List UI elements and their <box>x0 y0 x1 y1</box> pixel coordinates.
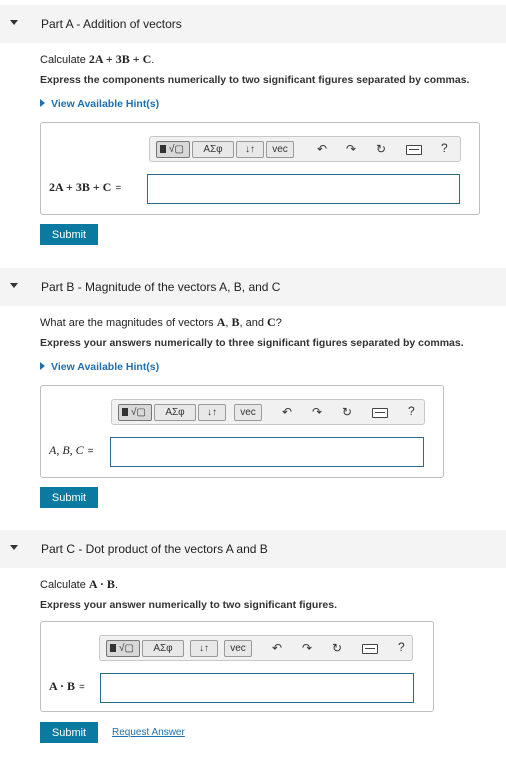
part-b-hint-toggle[interactable]: View Available Hint(s) <box>40 361 159 373</box>
greek-symbols-button[interactable]: ΑΣφ <box>192 141 234 158</box>
equals-sign: = <box>79 682 85 693</box>
part-a-answer-box: √▢ ΑΣφ ↓↑ vec ↶ ↷ ↻ ? 2A + 3B + C = <box>40 122 480 215</box>
part-b-label: Part B <box>41 280 75 294</box>
part-b-question: What are the magnitudes of vectors A, B,… <box>40 315 282 330</box>
collapse-triangle-icon[interactable] <box>10 20 18 25</box>
label-math: A, B, C <box>49 443 84 457</box>
templates-button[interactable]: √▢ <box>106 640 140 657</box>
part-a-header[interactable]: Part A - Addition of vectors <box>0 5 506 43</box>
math-toolbar: √▢ ΑΣφ ↓↑ vec ↶ ↷ ↻ ? <box>149 136 461 162</box>
label-math: 2A + 3B + C <box>49 180 112 194</box>
part-c-title: Part C - Dot product of the vectors A an… <box>41 542 268 556</box>
math-expression: A · B <box>88 577 115 591</box>
undo-icon[interactable]: ↶ <box>272 641 282 655</box>
part-b-equation-label: A, B, C = <box>49 443 94 458</box>
redo-icon[interactable]: ↷ <box>346 142 356 156</box>
part-b-title: Part B - Magnitude of the vectors A, B, … <box>41 280 280 294</box>
collapse-triangle-icon[interactable] <box>10 283 18 288</box>
part-a-hint-toggle[interactable]: View Available Hint(s) <box>40 98 159 110</box>
part-c-instruction: Express your answer numerically to two s… <box>40 599 337 611</box>
separator: , and <box>239 317 268 329</box>
part-a-label: Part A <box>41 17 74 31</box>
expand-arrow-icon <box>40 362 45 370</box>
reset-icon[interactable]: ↻ <box>376 142 386 156</box>
part-a-title-text: - Addition of vectors <box>73 17 182 31</box>
part-b-title-text: - Magnitude of the vectors A, B, and C <box>74 280 281 294</box>
question-text: Calculate <box>40 579 89 591</box>
part-c-equation-label: A · B = <box>49 679 85 694</box>
keyboard-icon[interactable] <box>362 642 378 656</box>
reset-icon[interactable]: ↻ <box>342 405 352 419</box>
request-answer-link[interactable]: Request Answer <box>112 727 185 738</box>
vector-button[interactable]: vec <box>266 141 294 158</box>
part-c-header[interactable]: Part C - Dot product of the vectors A an… <box>0 530 506 568</box>
expand-arrow-icon <box>40 99 45 107</box>
template-block-icon <box>122 408 128 416</box>
arrows-button[interactable]: ↓↑ <box>236 141 264 158</box>
help-icon[interactable]: ? <box>441 141 448 155</box>
question-suffix: . <box>151 54 155 66</box>
part-b-answer-input[interactable] <box>110 437 424 467</box>
collapse-triangle-icon[interactable] <box>10 545 18 550</box>
math-c: C <box>267 315 276 329</box>
hint-label: View Available Hint(s) <box>51 361 160 373</box>
template-block-icon <box>110 644 116 652</box>
math-toolbar: √▢ ΑΣφ ↓↑ vec ↶ ↷ ↻ ? <box>111 399 425 425</box>
templates-button[interactable]: √▢ <box>118 404 152 421</box>
part-b-submit-button[interactable]: Submit <box>40 487 98 508</box>
help-icon[interactable]: ? <box>398 640 405 654</box>
templates-button[interactable]: √▢ <box>156 141 190 158</box>
keyboard-icon[interactable] <box>406 143 422 157</box>
part-c-answer-box: √▢ ΑΣφ ↓↑ vec ↶ ↷ ↻ ? A · B = <box>40 621 434 712</box>
arrows-button[interactable]: ↓↑ <box>190 640 218 657</box>
sqrt-icon: √▢ <box>169 144 184 155</box>
equals-sign: = <box>115 183 122 194</box>
math-b: B <box>231 315 240 329</box>
redo-icon[interactable]: ↷ <box>312 405 322 419</box>
help-icon[interactable]: ? <box>408 404 415 418</box>
greek-symbols-button[interactable]: ΑΣφ <box>142 640 184 657</box>
part-b-header[interactable]: Part B - Magnitude of the vectors A, B, … <box>0 268 506 306</box>
keyboard-icon[interactable] <box>372 406 388 420</box>
part-b-answer-box: √▢ ΑΣφ ↓↑ vec ↶ ↷ ↻ ? A, B, C = <box>40 385 444 478</box>
question-text: Calculate <box>40 54 89 66</box>
undo-icon[interactable]: ↶ <box>317 142 327 156</box>
vector-button[interactable]: vec <box>224 640 252 657</box>
arrows-button[interactable]: ↓↑ <box>198 404 226 421</box>
part-c-answer-input[interactable] <box>100 673 414 703</box>
part-a-question: Calculate 2A + 3B + C. <box>40 52 154 67</box>
part-a-submit-button[interactable]: Submit <box>40 224 98 245</box>
redo-icon[interactable]: ↷ <box>302 641 312 655</box>
part-c-label: Part C <box>41 542 76 556</box>
part-a-title: Part A - Addition of vectors <box>41 17 182 31</box>
sqrt-icon: √▢ <box>119 643 134 654</box>
reset-icon[interactable]: ↻ <box>332 641 342 655</box>
math-expression: 2A + 3B + C <box>88 52 152 66</box>
math-toolbar: √▢ ΑΣφ ↓↑ vec ↶ ↷ ↻ ? <box>99 635 413 661</box>
label-math: A · B <box>49 679 76 693</box>
part-c-question: Calculate A · B. <box>40 577 118 592</box>
question-suffix: ? <box>275 317 282 329</box>
part-c-title-text: - Dot product of the vectors A and B <box>75 542 268 556</box>
part-c-submit-button[interactable]: Submit <box>40 722 98 743</box>
question-suffix: . <box>114 579 118 591</box>
vector-button[interactable]: vec <box>234 404 262 421</box>
part-a-answer-input[interactable] <box>147 174 460 204</box>
greek-symbols-button[interactable]: ΑΣφ <box>154 404 196 421</box>
part-a-instruction: Express the components numerically to tw… <box>40 74 470 86</box>
equals-sign: = <box>87 446 94 457</box>
hint-label: View Available Hint(s) <box>51 98 160 110</box>
undo-icon[interactable]: ↶ <box>282 405 292 419</box>
template-block-icon <box>160 145 166 153</box>
part-a-equation-label: 2A + 3B + C = <box>49 180 121 195</box>
question-text: What are the magnitudes of vectors <box>40 317 217 329</box>
sqrt-icon: √▢ <box>131 407 146 418</box>
part-b-instruction: Express your answers numerically to thre… <box>40 337 464 349</box>
